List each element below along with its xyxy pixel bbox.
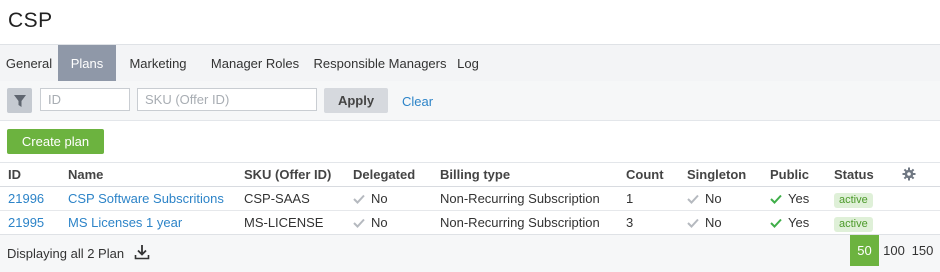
table-header: ID Name SKU (Offer ID) Delegated Billing… — [0, 162, 940, 187]
page-title: CSP — [8, 9, 53, 32]
plan-sku: MS-LICENSE — [244, 215, 324, 230]
singleton-value: No — [705, 215, 722, 230]
page-size-100[interactable]: 100 — [879, 235, 909, 266]
column-header-public[interactable]: Public — [770, 167, 809, 182]
plan-id-link[interactable]: 21996 — [8, 191, 44, 206]
plan-name-link[interactable]: MS Licenses 1 year — [68, 215, 182, 230]
count: 1 — [626, 191, 634, 206]
column-header-sku[interactable]: SKU (Offer ID) — [244, 167, 331, 182]
tab-plans[interactable]: Plans — [58, 45, 116, 81]
table-row: 21995 MS Licenses 1 year MS-LICENSE No N… — [0, 210, 940, 235]
column-header-delegated[interactable]: Delegated — [353, 167, 415, 182]
record-count: Displaying all 2 Plan — [7, 246, 125, 261]
id-filter-input[interactable] — [40, 88, 130, 111]
tab-responsible-managers[interactable]: Responsible Managers — [310, 45, 450, 81]
apply-button[interactable]: Apply — [324, 88, 388, 113]
filter-bar: Apply Clear — [0, 81, 940, 121]
tab-manager-roles[interactable]: Manager Roles — [200, 45, 310, 81]
public-value: Yes — [788, 215, 810, 230]
check-icon — [770, 192, 782, 207]
public-value: Yes — [788, 191, 810, 206]
singleton-cell: No — [687, 215, 722, 231]
status-cell: active — [834, 215, 873, 232]
public-cell: Yes — [770, 191, 809, 207]
column-header-count[interactable]: Count — [626, 167, 664, 182]
table-row: 21996 CSP Software Subscritions CSP-SAAS… — [0, 186, 940, 211]
public-cell: Yes — [770, 215, 809, 231]
check-icon — [687, 192, 699, 207]
clear-link[interactable]: Clear — [402, 94, 433, 109]
plan-name-link[interactable]: CSP Software Subscritions — [68, 191, 224, 206]
delegated-value: No — [371, 191, 388, 206]
download-icon[interactable] — [134, 244, 150, 263]
column-header-billing-type[interactable]: Billing type — [440, 167, 510, 182]
tab-general[interactable]: General — [0, 45, 58, 81]
page-size-150[interactable]: 150 — [909, 235, 936, 266]
delegated-cell: No — [353, 191, 388, 207]
column-header-name[interactable]: Name — [68, 167, 103, 182]
billing-type: Non-Recurring Subscription — [440, 215, 600, 230]
filter-icon[interactable] — [7, 88, 32, 113]
check-icon — [770, 216, 782, 231]
tab-bar: General Plans Marketing Manager Roles Re… — [0, 44, 940, 82]
check-icon — [353, 216, 365, 231]
status-badge: active — [834, 193, 873, 208]
check-icon — [353, 192, 365, 207]
table-footer: Displaying all 2 Plan 50 100 150 — [0, 234, 940, 272]
create-plan-button[interactable]: Create plan — [7, 129, 104, 154]
singleton-value: No — [705, 191, 722, 206]
column-header-status[interactable]: Status — [834, 167, 874, 182]
tab-marketing[interactable]: Marketing — [116, 45, 200, 81]
plan-sku: CSP-SAAS — [244, 191, 310, 206]
page-size-50[interactable]: 50 — [850, 235, 879, 266]
gear-icon[interactable] — [902, 167, 916, 184]
singleton-cell: No — [687, 191, 722, 207]
column-header-singleton[interactable]: Singleton — [687, 167, 746, 182]
status-cell: active — [834, 191, 873, 208]
check-icon — [687, 216, 699, 231]
tab-log[interactable]: Log — [450, 45, 486, 81]
billing-type: Non-Recurring Subscription — [440, 191, 600, 206]
count: 3 — [626, 215, 634, 230]
column-header-id[interactable]: ID — [8, 167, 21, 182]
delegated-cell: No — [353, 215, 388, 231]
delegated-value: No — [371, 215, 388, 230]
sku-filter-input[interactable] — [137, 88, 317, 111]
plan-id-link[interactable]: 21995 — [8, 215, 44, 230]
status-badge: active — [834, 217, 873, 232]
